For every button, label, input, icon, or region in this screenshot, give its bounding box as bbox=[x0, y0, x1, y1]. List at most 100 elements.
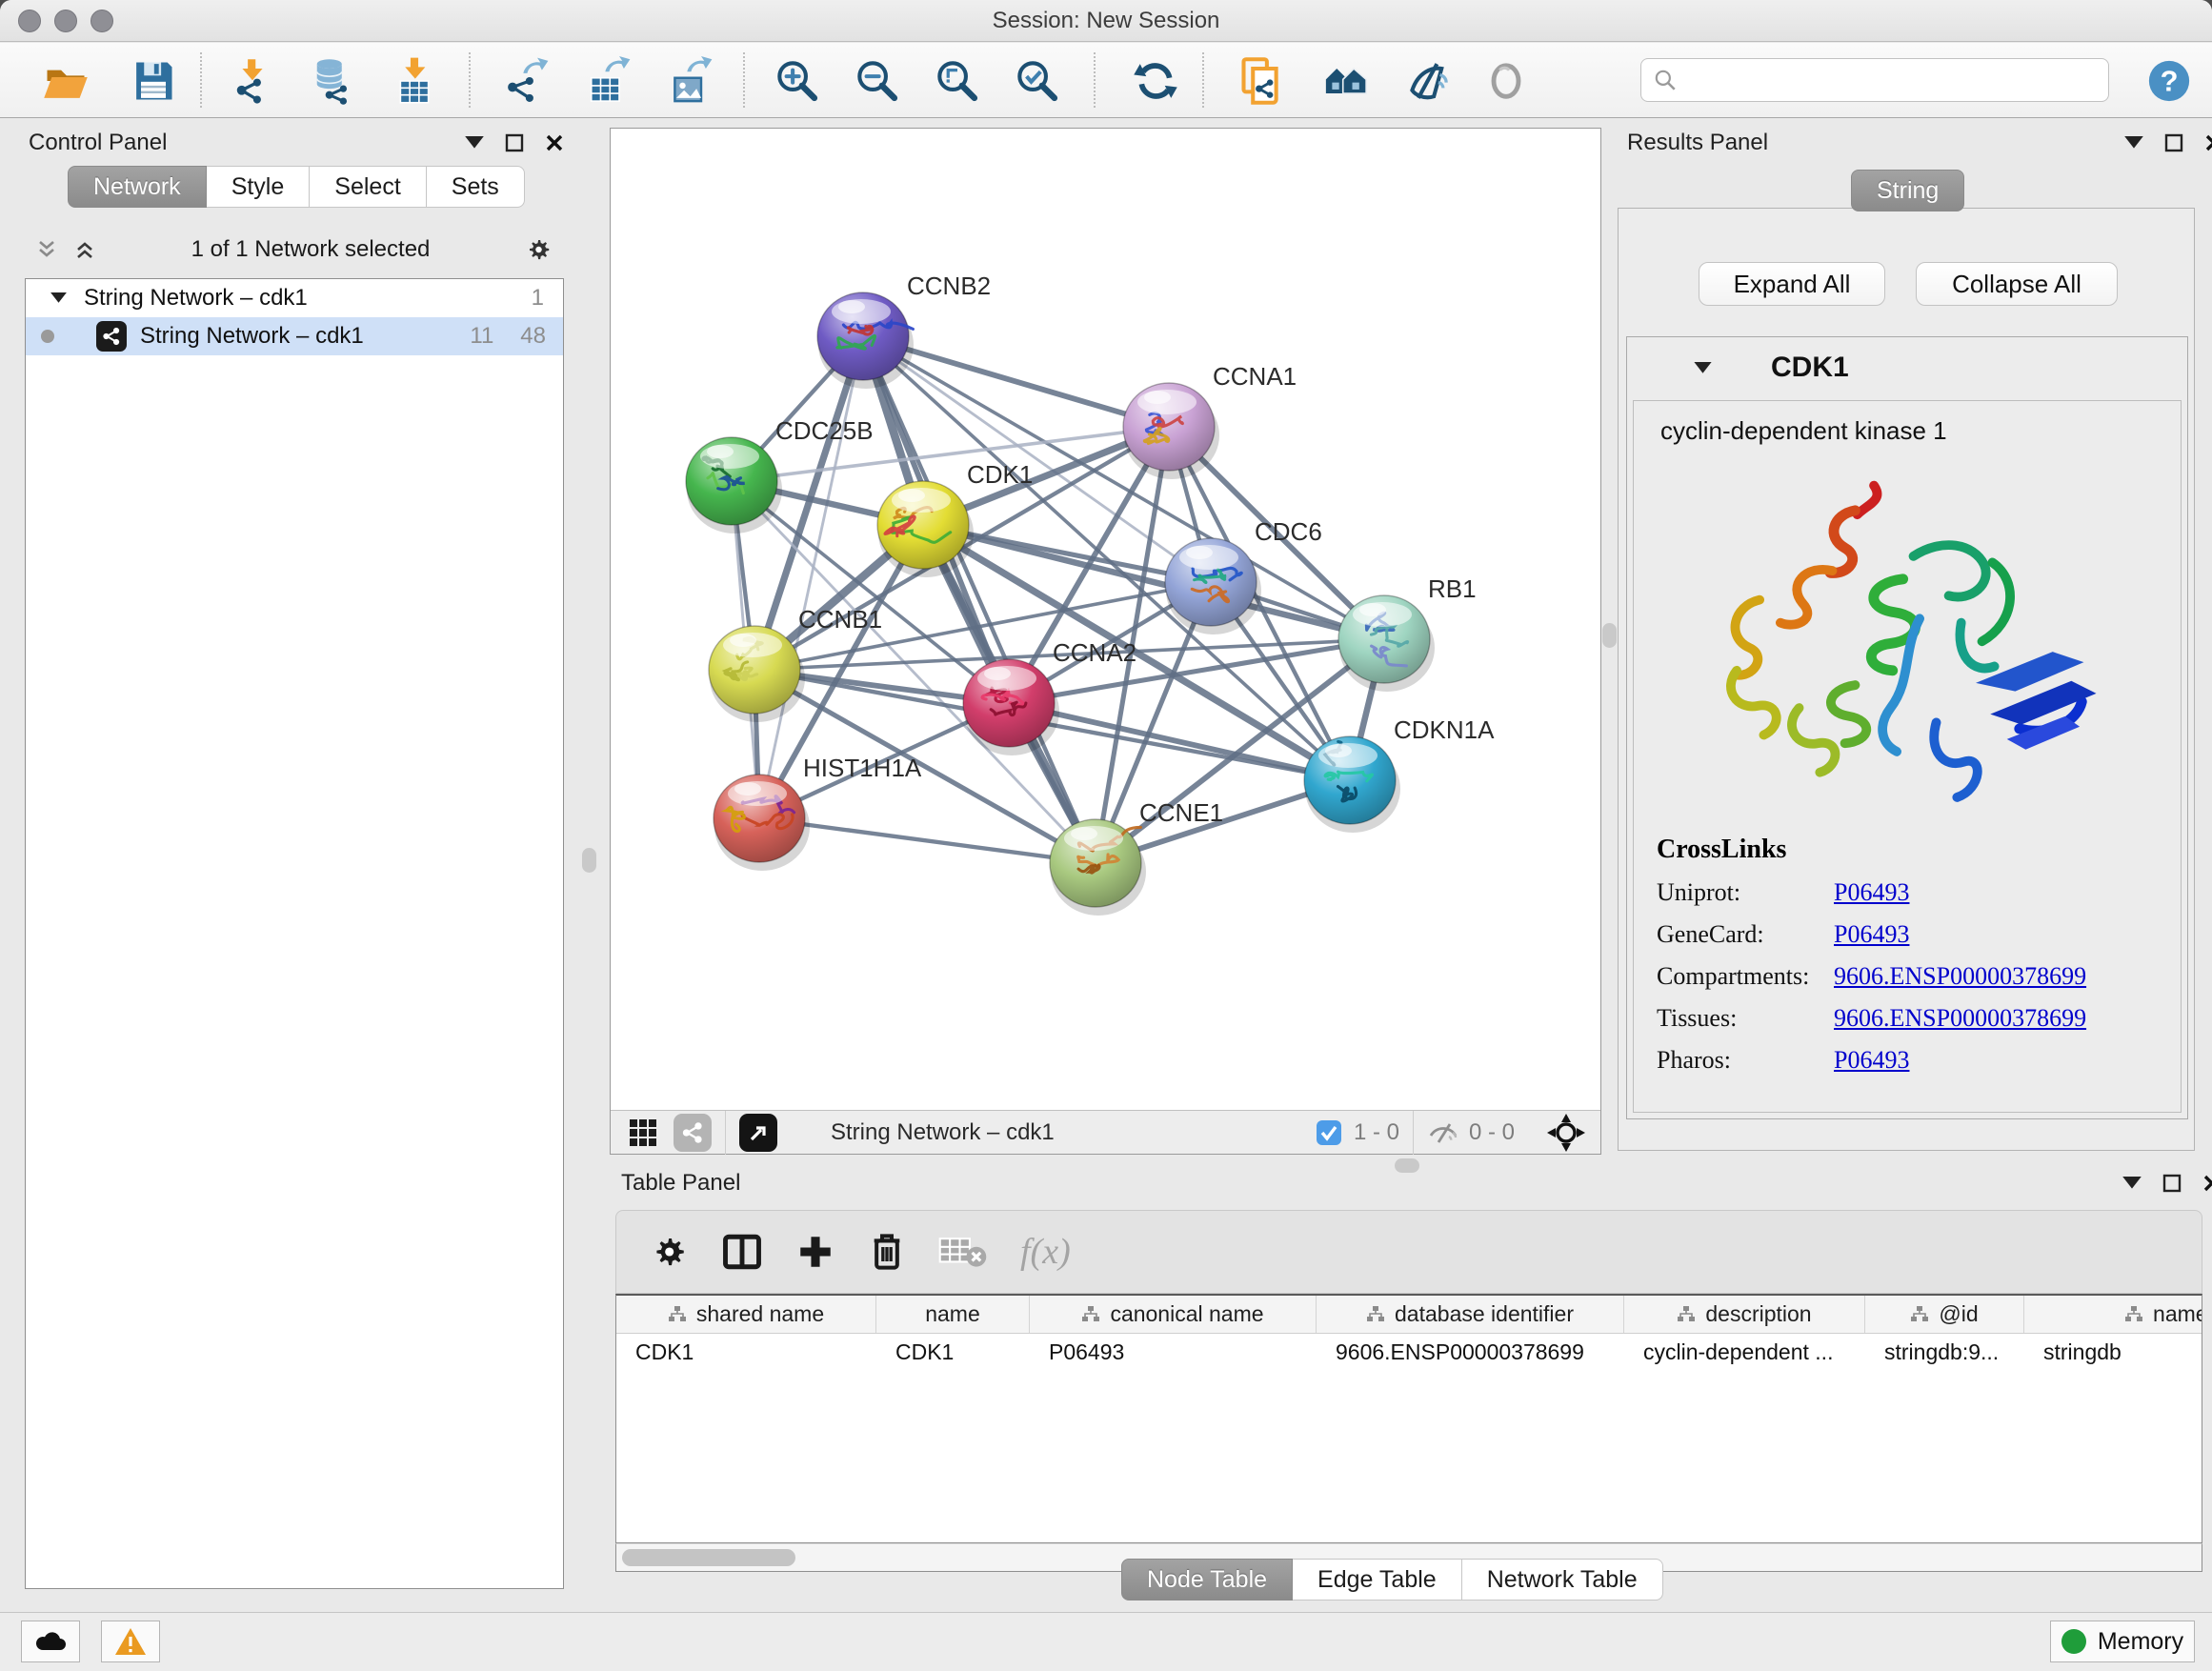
column-header-5[interactable]: @id bbox=[1865, 1296, 2024, 1333]
expand-all-button[interactable]: Expand All bbox=[1699, 262, 1885, 306]
fit-selection-crosshair-icon[interactable] bbox=[1547, 1114, 1585, 1152]
column-header-3[interactable]: database identifier bbox=[1317, 1296, 1624, 1333]
table-cell[interactable]: stringdb bbox=[2024, 1339, 2202, 1365]
network-canvas[interactable]: CCNB2CCNA1CDC25BCDK1CDC6RB1CCNB1CCNA2CDK… bbox=[611, 129, 1600, 1111]
clone-network-button[interactable] bbox=[1235, 54, 1290, 108]
table-panel-chrome bbox=[2122, 1174, 2212, 1193]
tab-node-table[interactable]: Node Table bbox=[1121, 1559, 1293, 1601]
memory-button[interactable]: Memory bbox=[2050, 1621, 2195, 1662]
network-node-CCNA1[interactable] bbox=[1123, 383, 1219, 479]
close-panel-icon[interactable] bbox=[545, 133, 564, 152]
column-header-6[interactable]: namespace bbox=[2024, 1296, 2202, 1333]
birds-eye-view-icon[interactable] bbox=[624, 1114, 662, 1152]
section-expander-icon[interactable] bbox=[1694, 362, 1712, 374]
table-cell[interactable]: CDK1 bbox=[616, 1339, 876, 1365]
network-node-RB1[interactable] bbox=[1338, 595, 1435, 692]
node-table[interactable]: shared namenamecanonical namedatabase id… bbox=[615, 1294, 2202, 1543]
search-field[interactable] bbox=[1640, 58, 2109, 102]
table-cell[interactable]: P06493 bbox=[1030, 1339, 1317, 1365]
close-panel-icon[interactable] bbox=[2202, 1174, 2212, 1193]
panel-menu-icon[interactable] bbox=[465, 136, 484, 150]
expand-all-icon[interactable] bbox=[72, 238, 97, 261]
add-icon[interactable] bbox=[795, 1232, 835, 1272]
zoom-selected-button[interactable] bbox=[1010, 54, 1065, 108]
left-splitter-handle[interactable] bbox=[582, 848, 596, 873]
cdk1-section-header[interactable]: CDK1 bbox=[1627, 337, 2187, 398]
column-label: @id bbox=[1939, 1301, 1978, 1327]
search-input[interactable] bbox=[1685, 67, 2085, 93]
crosslink-link[interactable]: P06493 bbox=[1834, 1046, 1909, 1075]
network-node-CDC6[interactable] bbox=[1165, 538, 1261, 634]
network-edge[interactable] bbox=[1009, 703, 1350, 780]
zoom-in-button[interactable] bbox=[770, 54, 825, 108]
network-node-CDC25B[interactable] bbox=[686, 437, 782, 534]
column-header-0[interactable]: shared name bbox=[616, 1296, 876, 1333]
network-collection-row[interactable]: String Network – cdk1 1 bbox=[26, 279, 563, 317]
crosslink-link[interactable]: P06493 bbox=[1834, 920, 1909, 949]
import-network-from-file-button[interactable] bbox=[225, 54, 280, 108]
table-cell[interactable]: 9606.ENSP00000378699 bbox=[1317, 1339, 1624, 1365]
network-edge[interactable] bbox=[863, 336, 1096, 863]
crosslink-link[interactable]: 9606.ENSP00000378699 bbox=[1834, 1004, 2086, 1033]
table-row[interactable]: CDK1CDK1P064939606.ENSP00000378699cyclin… bbox=[616, 1334, 2202, 1370]
column-header-4[interactable]: description bbox=[1624, 1296, 1865, 1333]
hidden-eye-icon[interactable] bbox=[1427, 1120, 1459, 1145]
export-network-button[interactable] bbox=[497, 54, 553, 108]
export-image-button[interactable] bbox=[661, 54, 716, 108]
delete-table-icon[interactable] bbox=[938, 1235, 988, 1269]
table-cell[interactable]: cyclin-dependent ... bbox=[1624, 1339, 1865, 1365]
columns-icon[interactable] bbox=[721, 1232, 763, 1272]
float-panel-icon[interactable] bbox=[2164, 133, 2183, 152]
float-panel-icon[interactable] bbox=[505, 133, 524, 152]
warnings-button[interactable] bbox=[101, 1621, 160, 1662]
network-node-HIST1H1A[interactable] bbox=[714, 775, 810, 871]
detach-view-icon[interactable] bbox=[739, 1114, 777, 1152]
first-neighbors-button[interactable] bbox=[1318, 54, 1374, 108]
cloud-button[interactable] bbox=[21, 1621, 80, 1662]
delete-icon[interactable] bbox=[868, 1231, 906, 1273]
gear-icon[interactable] bbox=[649, 1232, 689, 1272]
import-table-from-file-button[interactable] bbox=[387, 54, 442, 108]
network-node-CCNA2[interactable] bbox=[963, 659, 1059, 755]
network-node-CCNB2[interactable] bbox=[817, 292, 914, 389]
network-overview-icon[interactable] bbox=[674, 1114, 712, 1152]
network-node-CDKN1A[interactable] bbox=[1304, 736, 1400, 833]
save-session-button[interactable] bbox=[126, 54, 181, 108]
table-cell[interactable]: CDK1 bbox=[876, 1339, 1030, 1365]
show-hidden-button[interactable] bbox=[1478, 54, 1534, 108]
tab-network-table[interactable]: Network Table bbox=[1461, 1559, 1663, 1601]
tab-edge-table[interactable]: Edge Table bbox=[1292, 1559, 1462, 1601]
tab-string[interactable]: String bbox=[1851, 170, 1964, 211]
collection-expander-icon[interactable] bbox=[50, 292, 67, 304]
hide-selected-button[interactable] bbox=[1398, 54, 1454, 108]
function-builder-icon[interactable]: f(x) bbox=[1020, 1231, 1071, 1273]
selected-checkbox-icon[interactable] bbox=[1316, 1119, 1342, 1146]
refresh-view-button[interactable] bbox=[1128, 54, 1183, 108]
help-button[interactable]: ? bbox=[2142, 54, 2197, 108]
network-edge[interactable] bbox=[759, 336, 863, 818]
scrollbar-thumb[interactable] bbox=[622, 1549, 795, 1566]
collapse-all-icon[interactable] bbox=[34, 238, 59, 261]
collapse-all-button[interactable]: Collapse All bbox=[1916, 262, 2118, 306]
tab-network[interactable]: Network bbox=[68, 166, 207, 208]
panel-menu-icon[interactable] bbox=[2122, 1177, 2142, 1190]
table-cell[interactable]: stringdb:9... bbox=[1865, 1339, 2024, 1365]
column-header-2[interactable]: canonical name bbox=[1030, 1296, 1317, 1333]
panel-menu-icon[interactable] bbox=[2124, 136, 2143, 150]
network-row-selected[interactable]: String Network – cdk1 11 48 bbox=[26, 317, 563, 355]
tab-style[interactable]: Style bbox=[206, 166, 311, 208]
network-node-CDK1[interactable] bbox=[877, 481, 974, 577]
zoom-fit-button[interactable] bbox=[930, 54, 985, 108]
import-network-from-database-button[interactable] bbox=[305, 54, 360, 108]
float-panel-icon[interactable] bbox=[2162, 1174, 2182, 1193]
gear-icon[interactable] bbox=[524, 235, 553, 264]
tab-sets[interactable]: Sets bbox=[426, 166, 525, 208]
tab-select[interactable]: Select bbox=[309, 166, 426, 208]
open-session-button[interactable] bbox=[38, 54, 93, 108]
crosslink-link[interactable]: P06493 bbox=[1834, 878, 1909, 907]
zoom-out-button[interactable] bbox=[850, 54, 905, 108]
column-header-1[interactable]: name bbox=[876, 1296, 1030, 1333]
close-panel-icon[interactable] bbox=[2204, 133, 2212, 152]
crosslink-link[interactable]: 9606.ENSP00000378699 bbox=[1834, 962, 2086, 991]
export-table-button[interactable] bbox=[579, 54, 634, 108]
